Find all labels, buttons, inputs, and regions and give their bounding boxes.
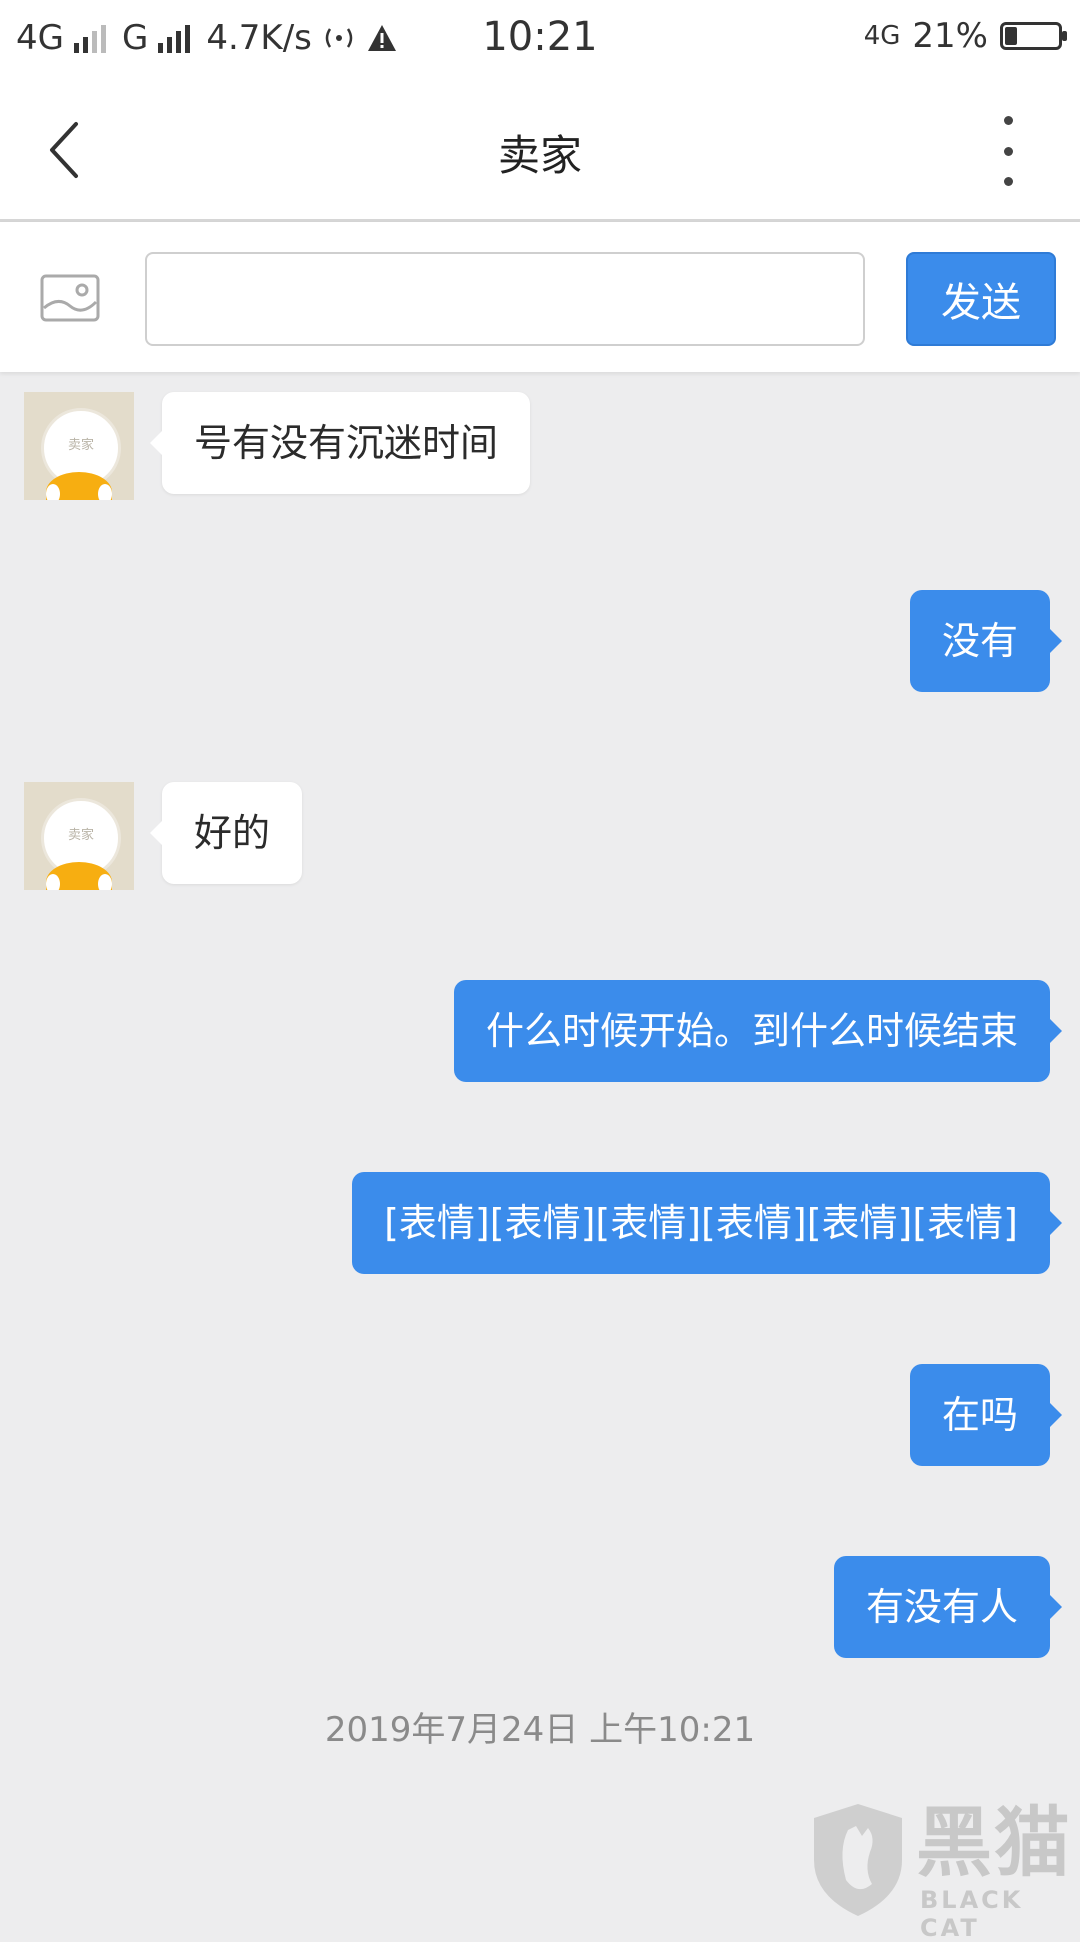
- message-bubble-incoming[interactable]: 好的: [149, 782, 303, 884]
- send-button[interactable]: 发送: [906, 252, 1056, 346]
- message-bubble-outgoing[interactable]: 有没有人: [833, 1556, 1063, 1658]
- image-picker-icon[interactable]: [40, 274, 100, 322]
- chat-header: 卖家: [0, 78, 1080, 222]
- message-bubble-outgoing[interactable]: 什么时候开始。到什么时候结束: [453, 980, 1063, 1082]
- cat-shield-icon: [814, 1804, 902, 1916]
- watermark-text-en: BLACK CAT: [920, 1886, 1024, 1942]
- battery-percent: 21%: [912, 16, 988, 56]
- watermark-text-cn: 黑猫: [916, 1798, 1072, 1887]
- seller-avatar[interactable]: 卖家: [24, 392, 134, 500]
- message-input[interactable]: [145, 252, 865, 346]
- more-options-icon[interactable]: [988, 116, 1028, 186]
- message-bubble-outgoing[interactable]: 没有: [909, 590, 1063, 692]
- message-bubble-outgoing[interactable]: 在吗: [909, 1364, 1063, 1466]
- page-title: 卖家: [497, 131, 582, 180]
- battery-icon: [1000, 22, 1067, 50]
- message-bubble-outgoing[interactable]: [表情][表情][表情][表情][表情][表情]: [352, 1172, 1062, 1274]
- lte-indicator: 4G: [863, 21, 901, 51]
- input-bar: 发送: [0, 222, 1080, 372]
- message-timestamp: 2019年7月24日 上午10:21: [324, 1710, 756, 1750]
- message-bubble-incoming[interactable]: 号有没有沉迷时间: [149, 392, 531, 494]
- status-bar: 4G G 4.7K/s 10:21 4G 21%: [0, 0, 1080, 78]
- blackcat-watermark: 黑猫 BLACK CAT: [808, 1798, 1080, 1942]
- status-right: 4G 21%: [863, 16, 1067, 56]
- seller-avatar[interactable]: 卖家: [24, 782, 134, 890]
